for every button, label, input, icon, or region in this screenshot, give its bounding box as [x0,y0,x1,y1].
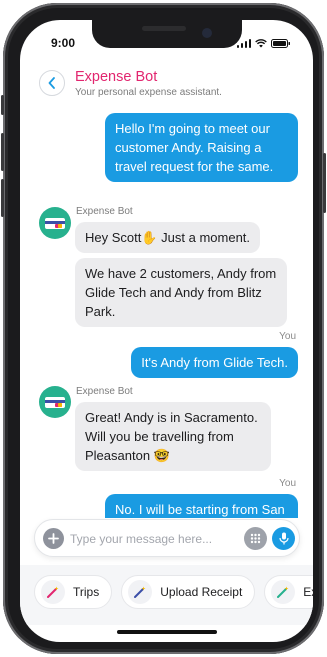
home-indicator[interactable] [117,630,217,634]
menu-grid-button[interactable] [244,527,267,550]
sender-label-you: You [279,331,296,342]
message-input[interactable] [70,528,240,549]
plus-icon [48,533,59,544]
magic-wand-icon [41,580,65,604]
sender-label-bot: Expense Bot [76,386,133,397]
receipt-icon [45,397,65,408]
page-subtitle: Your personal expense assistant. [75,87,222,98]
sender-label-you: You [279,478,296,489]
volume-up-button [1,133,4,171]
message-outgoing: It's Andy from Glide Tech. [131,347,298,378]
voice-input-button[interactable] [272,527,295,550]
mute-switch [1,95,4,115]
page-title: Expense Bot [75,69,158,85]
message-incoming: Hey Scott✋ Just a moment. [75,222,261,253]
quick-actions-bar[interactable]: Trips Upload Receipt Expe [20,565,313,625]
microphone-icon [278,532,289,545]
speaker-grille [142,26,186,31]
message-composer [34,519,300,557]
front-camera [202,28,212,38]
receipt-icon [45,218,65,229]
bot-avatar [39,386,71,418]
quick-action-trips[interactable]: Trips [34,575,113,609]
bot-avatar [39,207,71,239]
message-outgoing: No. I will be starting from San Jose tom… [105,494,298,518]
magic-wand-icon [128,580,153,604]
volume-down-button [1,179,4,217]
message-incoming: We have 2 customers, Andy from Glide Tec… [75,258,287,327]
phone-frame: 9:00 Expense Bot Your personal expense a… [1,3,326,654]
quick-action-label: Expe [303,585,313,599]
status-time: 9:00 [51,36,76,50]
battery-icon [271,39,290,48]
wifi-icon [255,39,267,48]
grid-icon [250,533,261,544]
chat-thread[interactable]: You Hello I'm going to meet our customer… [20,100,313,518]
quick-action-label: Trips [73,585,100,599]
chevron-left-icon [48,77,55,89]
quick-action-expense[interactable]: Expe [264,575,313,609]
quick-action-upload-receipt[interactable]: Upload Receipt [121,575,256,609]
quick-action-label: Upload Receipt [160,585,243,599]
notch [92,20,242,48]
magic-wand-icon [271,580,296,604]
back-button[interactable] [39,70,65,96]
screen: 9:00 Expense Bot Your personal expense a… [20,20,313,642]
sender-label-you: You [279,100,296,102]
sender-label-bot: Expense Bot [76,206,133,217]
status-icons [236,39,292,48]
add-attachment-button[interactable] [43,528,64,549]
message-incoming: Great! Andy is in Sacramento. Will you b… [75,402,271,471]
message-outgoing: Hello I'm going to meet our customer And… [105,113,298,182]
power-button [323,153,326,213]
